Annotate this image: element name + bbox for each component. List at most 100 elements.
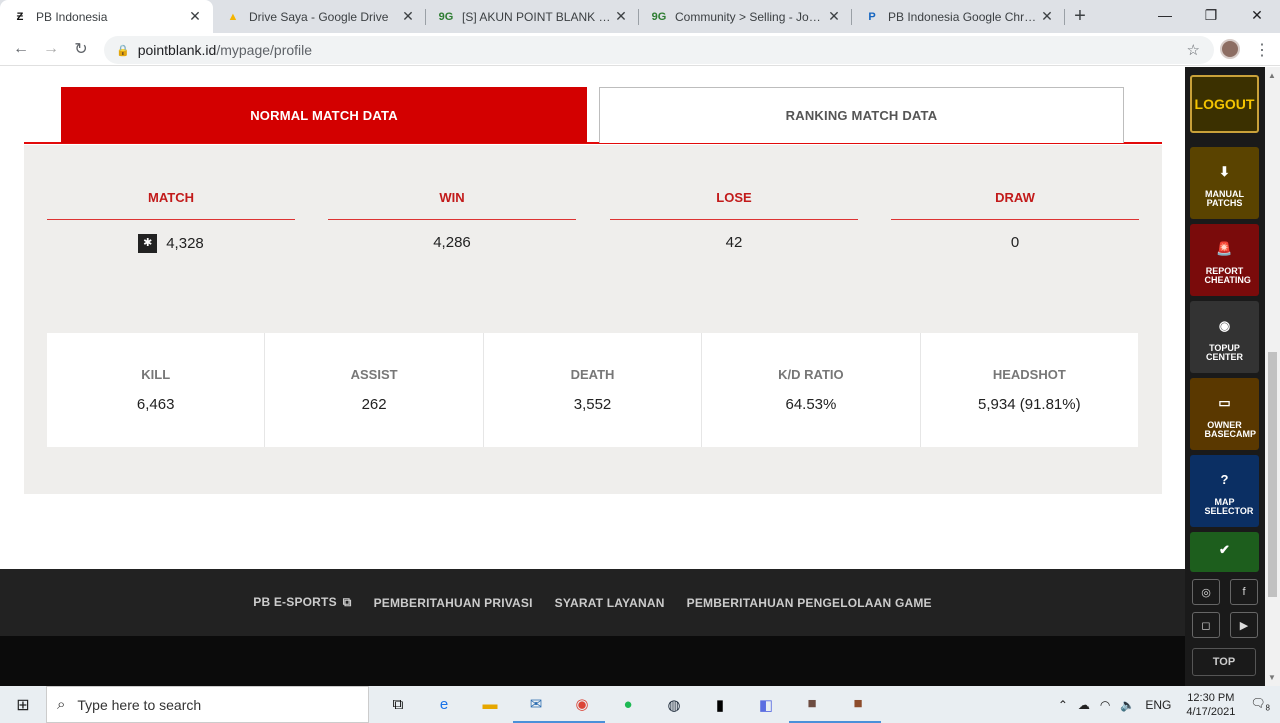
side-button-label: OWNER BASECAMP: [1204, 419, 1257, 439]
detail-stat-cell: DEATH 3,552: [484, 333, 703, 447]
reload-button[interactable]: ↻: [66, 39, 96, 59]
tab-normal-match-data[interactable]: NORMAL MATCH DATA: [61, 87, 587, 143]
detail-value: 5,934 (91.81%): [978, 396, 1081, 413]
close-tab-icon[interactable]: ✕: [400, 8, 416, 25]
chrome-icon[interactable]: ◉: [559, 686, 605, 723]
logout-button[interactable]: LOGOUT: [1190, 75, 1259, 133]
side-button-map-selector[interactable]: ? MAP SELECTOR: [1190, 455, 1259, 527]
detail-value: 3,552: [573, 396, 612, 413]
side-button-label: REPORT CHEATING: [1204, 265, 1251, 285]
stat-label: LOSE: [610, 177, 858, 220]
detail-stat-cell: HEADSHOT 5,934 (91.81%): [921, 333, 1138, 447]
game-app-icon-1[interactable]: ■: [789, 686, 835, 723]
summary-stat-draw: DRAW 0: [891, 177, 1139, 251]
clock-date: 4/17/2021: [1186, 705, 1236, 718]
stats-panel: MATCH ✱ 4,328 WIN 4,286 LOSE 42 DRAW 0 KILL 6,463…: [24, 145, 1162, 494]
epic-games-icon[interactable]: ▮: [697, 686, 743, 723]
menu-kebab-icon[interactable]: ⋮: [1254, 40, 1270, 60]
bookmark-star-icon[interactable]: ☆: [1187, 41, 1200, 59]
tray-chevron-icon[interactable]: ⌃: [1058, 698, 1068, 712]
instagram-icon[interactable]: ◻: [1192, 612, 1220, 638]
summary-stat-match: MATCH ✱ 4,328: [47, 177, 295, 253]
scroll-thumb[interactable]: [1268, 352, 1277, 597]
jualgame-icon: 9G: [651, 10, 667, 23]
footer-link[interactable]: PEMBERITAHUAN PRIVASI: [374, 596, 533, 610]
spotify-icon[interactable]: ●: [605, 686, 651, 723]
mail-icon[interactable]: ✉: [513, 686, 559, 723]
detail-value: 6,463: [136, 396, 175, 413]
detail-value: 262: [361, 396, 387, 413]
discord-icon[interactable]: ◎: [1192, 579, 1220, 605]
jualgame-icon: 9G: [438, 10, 454, 23]
search-icon: ⌕: [57, 696, 66, 713]
detail-stat-cell: K/D RATIO 64.53%: [702, 333, 921, 447]
footer-link[interactable]: SYARAT LAYANAN: [555, 596, 665, 610]
forward-button[interactable]: →: [36, 40, 66, 58]
game-launcher-icon[interactable]: ◧: [743, 686, 789, 723]
youtube-icon[interactable]: ▶: [1230, 612, 1258, 638]
stat-value-wrap: 4,286: [328, 234, 576, 251]
close-window-button[interactable]: ✕: [1234, 0, 1280, 30]
file-explorer-icon[interactable]: ▬: [467, 686, 513, 723]
side-button-label: TOPUP CENTER: [1205, 342, 1243, 362]
edge-icon[interactable]: e: [421, 686, 467, 723]
stat-value-wrap: 42: [610, 234, 858, 251]
language-indicator[interactable]: ENG: [1145, 698, 1171, 712]
detail-stats: KILL 6,463 ASSIST 262 DEATH 3,552 K/D RATIO 64.…: [47, 333, 1138, 447]
side-button-owner-basecamp[interactable]: ▭ OWNER BASECAMP: [1190, 378, 1259, 450]
detail-stat-cell: ASSIST 262: [265, 333, 484, 447]
facebook-icon[interactable]: f: [1230, 579, 1258, 605]
task-view-icon[interactable]: ⧉: [375, 686, 421, 723]
minimize-button[interactable]: —: [1142, 0, 1188, 30]
match-tabs: NORMAL MATCH DATA RANKING MATCH DATA: [24, 87, 1162, 144]
steam-icon[interactable]: ◍: [651, 686, 697, 723]
browser-tab[interactable]: 9G Community > Selling - Jogjag ✕: [639, 0, 852, 33]
side-button-report-cheating[interactable]: 🚨 REPORT CHEATING: [1190, 224, 1259, 296]
detail-label: DEATH: [570, 367, 615, 382]
onedrive-icon[interactable]: ☁: [1078, 698, 1090, 712]
footer-link[interactable]: PEMBERITAHUAN PENGELOLAAN GAME: [687, 596, 932, 610]
url-host: pointblank.id: [137, 42, 217, 58]
close-tab-icon[interactable]: ✕: [826, 8, 842, 25]
stat-value-wrap: 0: [891, 234, 1139, 251]
back-button[interactable]: ←: [6, 40, 36, 58]
close-tab-icon[interactable]: ✕: [187, 8, 203, 25]
footer-link[interactable]: PB E-SPORTS ⧉: [253, 595, 351, 610]
browser-tab[interactable]: 9G [S] AKUN POINT BLANK M1 (R✕: [426, 0, 639, 33]
summary-stat-win: WIN 4,286: [328, 177, 576, 251]
scroll-down-icon[interactable]: ▼: [1268, 673, 1276, 682]
close-tab-icon[interactable]: ✕: [613, 8, 629, 25]
game-app-icon-2[interactable]: ■: [835, 686, 881, 723]
stat-value: 0: [1010, 234, 1020, 251]
new-tab-button[interactable]: +: [1065, 0, 1095, 33]
footer-link-label: PB E-SPORTS: [253, 595, 337, 609]
browser-tab[interactable]: P PB Indonesia Google Chrome ✕: [852, 0, 1065, 33]
side-button-manual-patchs[interactable]: ⬇ MANUAL PATCHS: [1190, 147, 1259, 219]
volume-icon[interactable]: 🔈: [1120, 698, 1135, 712]
browser-tab[interactable]: ▲ Drive Saya - Google Drive ✕: [213, 0, 426, 33]
taskbar-search-box[interactable]: ⌕ Type here to search: [46, 686, 369, 723]
footer-link-label: PEMBERITAHUAN PRIVASI: [373, 595, 533, 610]
close-tab-icon[interactable]: ✕: [1039, 8, 1055, 25]
browser-tab[interactable]: Ƶ PB Indonesia ✕: [0, 0, 213, 33]
notifications-icon[interactable]: 🗨8: [1250, 696, 1270, 712]
top-button[interactable]: TOP: [1192, 648, 1256, 676]
wifi-icon[interactable]: ◠: [1100, 698, 1110, 712]
side-button-topup-center[interactable]: ◉ TOPUP CENTER: [1190, 301, 1259, 373]
rank-badge-icon: ✱: [138, 234, 158, 253]
clock[interactable]: 12:30 PM 4/17/2021: [1186, 691, 1235, 719]
summary-stat-lose: LOSE 42: [610, 177, 858, 251]
scroll-up-icon[interactable]: ▲: [1268, 71, 1276, 80]
tab-ranking-match-data[interactable]: RANKING MATCH DATA: [599, 87, 1124, 143]
profile-avatar[interactable]: [1220, 39, 1240, 59]
detail-label: ASSIST: [350, 367, 398, 382]
lock-icon: 🔒: [116, 44, 130, 57]
stat-value: 4,328: [166, 235, 204, 252]
detail-label: KILL: [141, 367, 171, 382]
taskbar-apps: ⧉ e ▬ ✉ ◉ ● ◍ ▮ ◧ ■ ■: [375, 686, 881, 723]
address-bar[interactable]: 🔒 pointblank.id/mypage/profile ☆: [104, 36, 1214, 64]
side-button-calendar[interactable]: ✔: [1190, 532, 1259, 572]
windows-start-icon[interactable]: ⊞: [0, 686, 46, 723]
maximize-button[interactable]: ❐: [1188, 0, 1234, 30]
scrollbar[interactable]: ▲ ▼: [1265, 67, 1280, 686]
